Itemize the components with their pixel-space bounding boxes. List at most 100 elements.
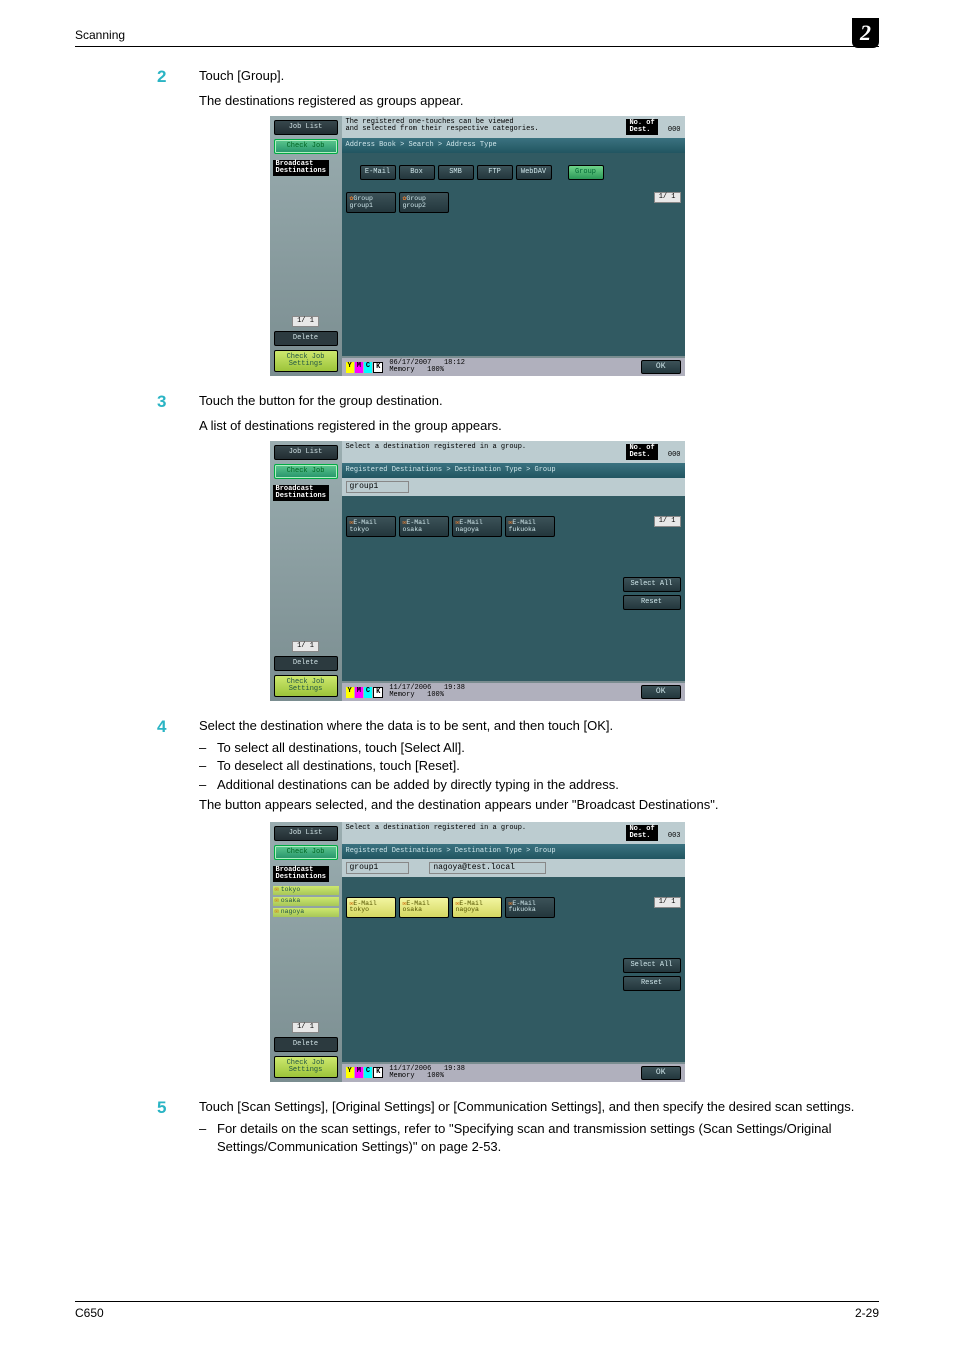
delete-button[interactable]: Delete [274, 656, 338, 671]
page-footer: C650 2-29 [75, 1301, 879, 1320]
broadcast-item-tokyo[interactable]: ✉tokyo [273, 886, 339, 895]
step-text: Touch [Scan Settings], [Original Setting… [199, 1098, 879, 1159]
step-3: 3 Touch the button for the group destina… [157, 392, 879, 412]
content-page-indicator: 1/ 1 [654, 897, 681, 908]
memory-value: 100% [427, 366, 444, 374]
sidebar-page-indicator: 1/ 1 [292, 641, 319, 652]
bullet: To select all destinations, touch [Selec… [217, 739, 718, 757]
screenshot-2: Job List Check Job Broadcast Destination… [270, 441, 685, 701]
bullet: For details on the scan settings, refer … [217, 1120, 879, 1156]
breadcrumb: Registered Destinations > Destination Ty… [342, 844, 685, 859]
dest-count-value: 000 [662, 451, 681, 459]
mail-icon: ✉ [275, 887, 279, 894]
step-4: 4 Select the destination where the data … [157, 717, 879, 814]
memory-value: 100% [427, 691, 444, 699]
ok-button[interactable]: OK [641, 1066, 681, 1080]
reset-button[interactable]: Reset [623, 976, 681, 991]
memory-value: 100% [427, 1072, 444, 1080]
sidebar-page-indicator: 1/ 1 [292, 316, 319, 327]
chapter-badge: 2 [852, 18, 879, 48]
tab-box[interactable]: Box [399, 165, 435, 180]
breadcrumb: Address Book > Search > Address Type [342, 138, 685, 153]
tab-smb[interactable]: SMB [438, 165, 474, 180]
step-number: 3 [157, 392, 199, 412]
bullet: To deselect all destinations, touch [Res… [217, 757, 718, 775]
mail-icon: ✉ [275, 898, 279, 905]
memory-label: Memory [389, 366, 414, 374]
check-job-button[interactable]: Check Job [274, 464, 338, 479]
broadcast-item-nagoya[interactable]: ✉nagoya [273, 908, 339, 917]
job-list-button[interactable]: Job List [274, 120, 338, 135]
dest-count-value: 003 [662, 832, 681, 840]
dest-count-value: 000 [662, 126, 681, 134]
dest-tile-osaka[interactable]: ✉E-Mail osaka [399, 516, 449, 537]
step-text: Select the destination where the data is… [199, 717, 718, 814]
check-job-button[interactable]: Check Job [274, 845, 338, 860]
ok-button[interactable]: OK [641, 360, 681, 374]
ok-button[interactable]: OK [641, 685, 681, 699]
ymck-indicator: YMCK [346, 1067, 384, 1078]
dest-count-label: No. of Dest. [626, 119, 657, 135]
memory-label: Memory [389, 691, 414, 699]
tab-group[interactable]: Group [568, 165, 604, 180]
check-job-button[interactable]: Check Job [274, 139, 338, 154]
group-tile-1[interactable]: ✿Group group1 [346, 192, 396, 213]
model-id: C650 [75, 1306, 104, 1320]
dest-tile-nagoya[interactable]: ✉E-Mail nagoya [452, 516, 502, 537]
content-page-indicator: 1/ 1 [654, 516, 681, 527]
dest-tile-fukuoka[interactable]: ✉E-Mail fukuoka [505, 897, 555, 918]
broadcast-destinations-label: Broadcast Destinations [273, 160, 329, 176]
step-2: 2 Touch [Group]. [157, 67, 879, 87]
ymck-indicator: YMCK [346, 362, 384, 373]
check-job-settings-button[interactable]: Check Job Settings [274, 675, 338, 697]
group-name-field: group1 [346, 481, 410, 493]
reset-button[interactable]: Reset [623, 595, 681, 610]
address-field: nagoya@test.local [429, 862, 546, 874]
tab-email[interactable]: E-Mail [360, 165, 396, 180]
time: 19:38 [444, 684, 465, 692]
mail-icon: ✉ [275, 909, 279, 916]
broadcast-destinations-label: Broadcast Destinations [273, 485, 329, 501]
dest-tile-osaka[interactable]: ✉E-Mail osaka [399, 897, 449, 918]
ymck-indicator: YMCK [346, 687, 384, 698]
delete-button[interactable]: Delete [274, 1037, 338, 1052]
select-all-button[interactable]: Select All [623, 958, 681, 973]
panel-message: Select a destination registered in a gro… [346, 444, 527, 460]
step-text: Touch the button for the group destinati… [199, 392, 443, 410]
delete-button[interactable]: Delete [274, 331, 338, 346]
tab-webdav[interactable]: WebDAV [516, 165, 552, 180]
dest-tile-nagoya[interactable]: ✉E-Mail nagoya [452, 897, 502, 918]
dest-tile-tokyo[interactable]: ✉E-Mail tokyo [346, 516, 396, 537]
section-name: Scanning [75, 28, 125, 42]
select-all-button[interactable]: Select All [623, 577, 681, 592]
broadcast-item-osaka[interactable]: ✉osaka [273, 897, 339, 906]
tab-ftp[interactable]: FTP [477, 165, 513, 180]
step-text: Touch [Group]. [199, 67, 284, 85]
step-2-caption: The destinations registered as groups ap… [199, 93, 879, 108]
panel-message: Select a destination registered in a gro… [346, 825, 527, 841]
check-job-settings-button[interactable]: Check Job Settings [274, 1056, 338, 1078]
step-number: 5 [157, 1098, 199, 1118]
screenshot-1: Job List Check Job Broadcast Destination… [270, 116, 685, 376]
job-list-button[interactable]: Job List [274, 826, 338, 841]
broadcast-destinations-label: Broadcast Destinations [273, 866, 329, 882]
check-job-settings-button[interactable]: Check Job Settings [274, 350, 338, 372]
screenshot-3: Job List Check Job Broadcast Destination… [270, 822, 685, 1082]
dest-count-label: No. of Dest. [626, 825, 657, 841]
bullet: Additional destinations can be added by … [217, 776, 718, 794]
page-header: Scanning 2 [75, 30, 879, 47]
time: 19:38 [444, 1065, 465, 1073]
step-3-caption: A list of destinations registered in the… [199, 418, 879, 433]
content-page-indicator: 1/ 1 [654, 192, 681, 203]
memory-label: Memory [389, 1072, 414, 1080]
group-tile-2[interactable]: ✿Group group2 [399, 192, 449, 213]
step-number: 2 [157, 67, 199, 87]
page-number: 2-29 [855, 1306, 879, 1320]
panel-message: The registered one-touches can be viewed… [346, 119, 539, 135]
dest-tile-fukuoka[interactable]: ✉E-Mail fukuoka [505, 516, 555, 537]
step-4-after: The button appears selected, and the des… [199, 797, 718, 812]
group-name-field: group1 [346, 862, 410, 874]
time: 18:12 [444, 359, 465, 367]
dest-tile-tokyo[interactable]: ✉E-Mail tokyo [346, 897, 396, 918]
job-list-button[interactable]: Job List [274, 445, 338, 460]
